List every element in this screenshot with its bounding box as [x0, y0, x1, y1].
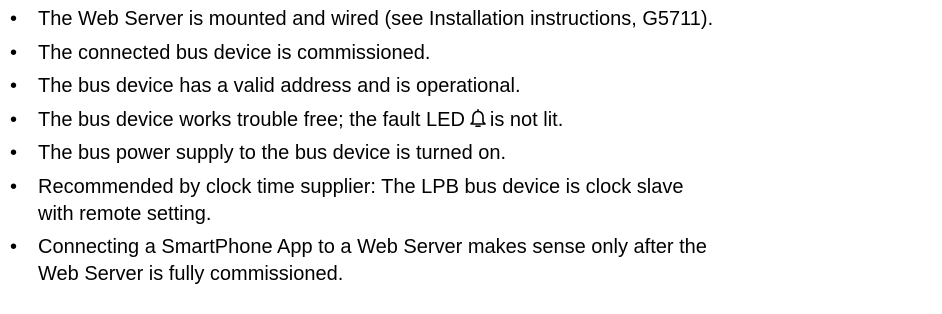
- list-item: • The bus device works trouble free; the…: [0, 107, 942, 134]
- list-item-text-line-2: with remote setting.: [38, 202, 212, 225]
- bell-icon: [470, 108, 486, 127]
- list-item-text: The Web Server is mounted and wired (see…: [38, 8, 714, 30]
- list-item-text: The connected bus device is commissioned…: [38, 41, 431, 64]
- list-item: • The Web Server is mounted and wired (s…: [0, 6, 942, 33]
- list-item: • The connected bus device is commission…: [0, 40, 942, 67]
- bullet: •: [10, 108, 18, 131]
- list-item-text-line-2: Web Server is fully commissioned.: [38, 263, 344, 285]
- list-item: • Recommended by clock time supplier: Th…: [0, 174, 942, 228]
- list-item-text-after-icon: is not lit.: [489, 108, 564, 131]
- bullet: •: [10, 75, 18, 97]
- bullet: •: [10, 142, 18, 164]
- list-item: • Connecting a SmartPhone App to a Web S…: [0, 234, 942, 288]
- list-item-text-line-1: Connecting a SmartPhone App to a Web Ser…: [38, 236, 707, 258]
- list-item: • The bus device has a valid address and…: [0, 73, 942, 100]
- bullet: •: [10, 8, 18, 30]
- bullet: •: [10, 175, 18, 198]
- prerequisites-list: • The Web Server is mounted and wired (s…: [0, 0, 942, 288]
- document-page: • The Web Server is mounted and wired (s…: [0, 0, 942, 314]
- list-item-text-line-1: Recommended by clock time supplier: The …: [38, 175, 684, 198]
- list-item-text: The bus power supply to the bus device i…: [38, 142, 507, 164]
- list-item: • The bus power supply to the bus device…: [0, 140, 942, 167]
- list-item-text: The bus device has a valid address and i…: [38, 75, 521, 97]
- bullet: •: [10, 41, 18, 64]
- bullet: •: [10, 236, 18, 258]
- list-item-text-before-icon: The bus device works trouble free; the f…: [38, 108, 465, 131]
